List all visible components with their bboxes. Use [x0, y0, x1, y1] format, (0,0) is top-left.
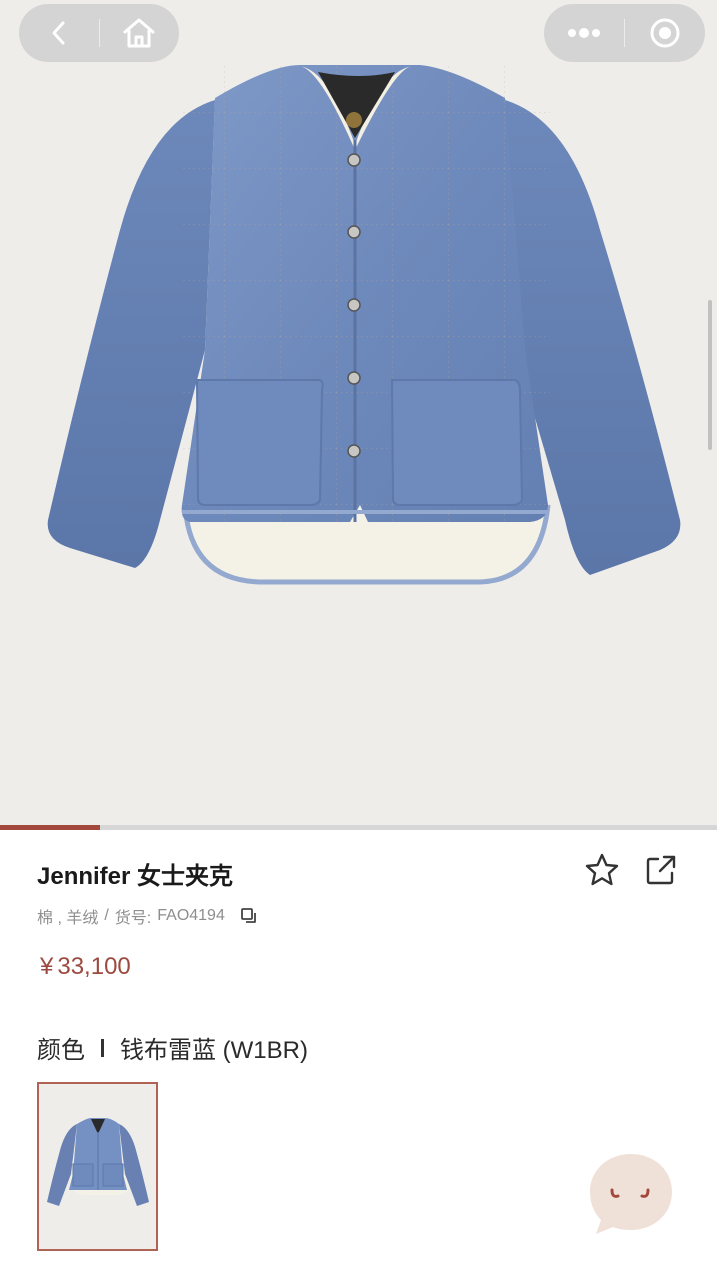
- product-title: Jennifer 女士夹克: [37, 863, 234, 890]
- color-swatch-selected[interactable]: [37, 1082, 158, 1251]
- customer-service-button[interactable]: [588, 1150, 674, 1236]
- chevron-left-icon: [52, 21, 65, 45]
- star-outline-icon: [585, 853, 619, 886]
- gallery-progress-fill: [0, 825, 101, 830]
- favorite-button[interactable]: [582, 850, 622, 890]
- price-currency: ¥: [40, 953, 54, 980]
- share-button[interactable]: [641, 850, 681, 890]
- sku-label: 货号:: [114, 910, 152, 927]
- product-price: ¥33,100: [40, 953, 131, 981]
- price-value: 33,100: [57, 953, 131, 980]
- back-button[interactable]: [19, 4, 99, 62]
- share-external-icon: [646, 855, 676, 885]
- close-miniprogram-button[interactable]: [625, 4, 705, 62]
- copy-sku-button[interactable]: [239, 906, 259, 926]
- product-image: [47, 65, 681, 585]
- nav-capsule-left: [19, 4, 179, 62]
- scrollbar-thumb[interactable]: [708, 300, 712, 450]
- product-gallery[interactable]: [0, 0, 717, 826]
- material-text: 棉 , 羊绒: [37, 910, 99, 927]
- meta-separator: /: [104, 907, 109, 924]
- more-dots-icon: [568, 28, 600, 38]
- color-selector-label: 颜色 钱布雷蓝 (W1BR): [37, 1030, 308, 1065]
- sku-value: FAO4194: [157, 907, 225, 924]
- target-circle-icon: [650, 18, 680, 48]
- color-divider: [101, 1038, 104, 1057]
- more-button[interactable]: [544, 4, 624, 62]
- home-icon: [123, 18, 155, 48]
- nav-capsule-right: [544, 4, 705, 62]
- chat-bubble-icon: [590, 1154, 672, 1234]
- color-label: 颜色: [37, 1037, 85, 1064]
- product-meta: 棉 , 羊绒 / 货号: FAO4194: [37, 904, 259, 928]
- home-button[interactable]: [100, 4, 180, 62]
- swatch-thumbnail-image: [39, 1084, 156, 1249]
- gallery-progress-bar: [0, 825, 717, 830]
- color-value: 钱布雷蓝 (W1BR): [120, 1037, 308, 1064]
- copy-icon: [240, 908, 256, 923]
